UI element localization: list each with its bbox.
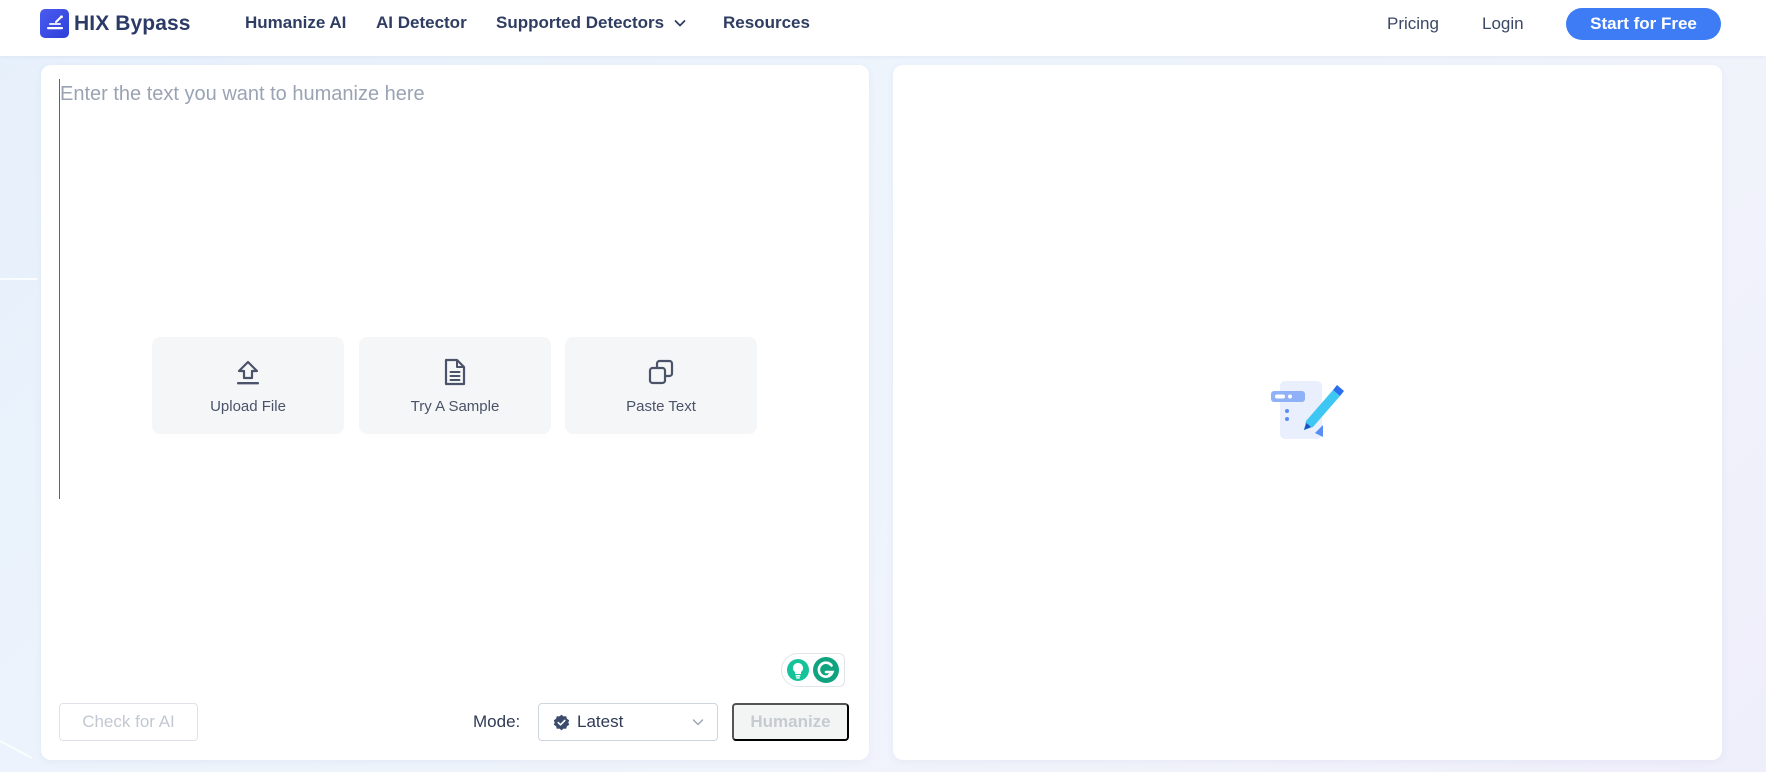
upload-icon: [235, 357, 261, 387]
background-decoration: [0, 278, 38, 280]
lightbulb-icon: [787, 659, 809, 681]
grammarly-widget[interactable]: [781, 653, 845, 687]
nav-humanize-ai[interactable]: Humanize AI: [245, 13, 346, 33]
mode-value: Latest: [577, 712, 624, 731]
check-for-ai-button[interactable]: Check for AI: [59, 703, 198, 741]
nav-supported-detectors[interactable]: Supported Detectors: [496, 13, 687, 33]
mode-label: Mode:: [473, 712, 521, 731]
input-panel: Upload File Try A Sample Paste Text: [41, 65, 869, 760]
paste-text-label: Paste Text: [626, 397, 696, 415]
writing-illustration-icon: [1269, 375, 1345, 450]
upload-file-button[interactable]: Upload File: [152, 337, 344, 434]
logo-icon: [40, 9, 69, 38]
document-icon: [443, 357, 467, 387]
try-sample-label: Try A Sample: [410, 397, 500, 415]
grammarly-icon: [813, 657, 839, 683]
nav-pricing[interactable]: Pricing: [1387, 14, 1439, 34]
mode-select[interactable]: Latest: [538, 703, 718, 741]
brand-logo[interactable]: HIX Bypass: [40, 9, 191, 38]
try-sample-button[interactable]: Try A Sample: [359, 337, 551, 434]
brand-name: HIX Bypass: [74, 11, 191, 35]
upload-file-label: Upload File: [210, 397, 286, 415]
humanize-button[interactable]: Humanize: [732, 703, 849, 741]
copy-icon: [647, 357, 675, 387]
login-link[interactable]: Login: [1482, 14, 1524, 34]
humanize-text-input[interactable]: [59, 79, 849, 499]
nav-supported-detectors-label: Supported Detectors: [496, 13, 665, 32]
chevron-down-icon: [674, 20, 686, 27]
nav-ai-detector[interactable]: AI Detector: [376, 13, 467, 33]
output-panel: [893, 65, 1722, 760]
start-for-free-button[interactable]: Start for Free: [1566, 8, 1721, 40]
badge-icon: [553, 714, 570, 730]
paste-text-button[interactable]: Paste Text: [565, 337, 757, 434]
chevron-down-icon: [692, 719, 704, 726]
nav-resources[interactable]: Resources: [723, 13, 810, 33]
site-header: HIX Bypass Humanize AI AI Detector Suppo…: [0, 0, 1766, 56]
background-decoration: [0, 740, 33, 759]
